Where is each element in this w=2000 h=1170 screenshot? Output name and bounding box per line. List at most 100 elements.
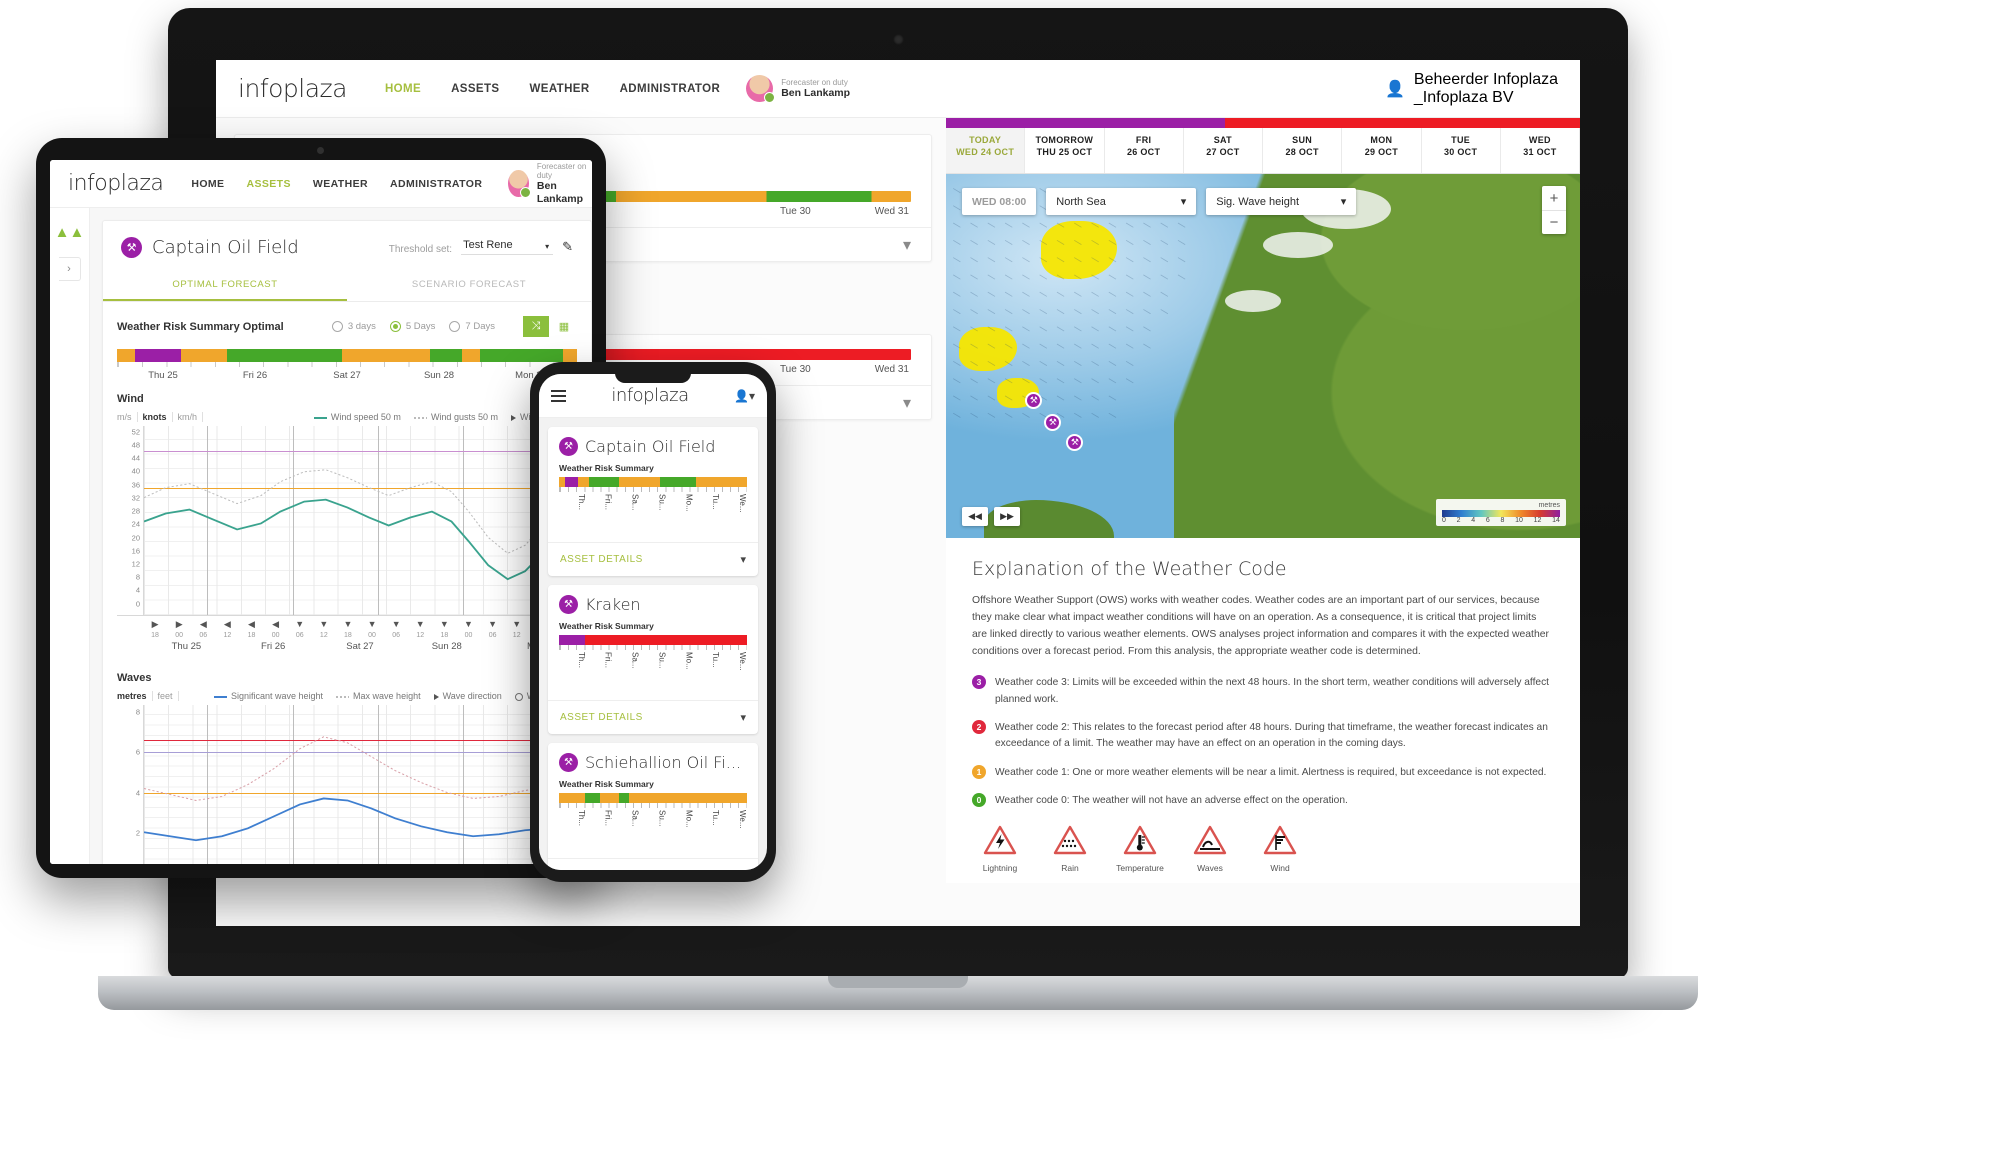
nav-item-assets[interactable]: ASSETS [451,83,499,95]
map-canvas[interactable]: ⚒ ⚒ ⚒ WED 08:00 North Sea ▾ Sig. Wave he… [946,174,1580,538]
region-select[interactable]: North Sea ▾ [1046,188,1197,215]
day-cell-today[interactable]: TODAY WED 24 OCT [946,128,1026,173]
y-tick: 8 [135,707,140,717]
threshold-select[interactable]: Test Rene ▾ [461,239,554,255]
phone-asset-card[interactable]: ⚒ Captain Oil Field Weather Risk Summary [548,427,758,576]
chart-view-icon[interactable]: ⤨ [523,316,549,337]
tab-optimal-forecast[interactable]: OPTIMAL FORECAST [103,268,347,301]
unit-metres[interactable]: metres [117,691,153,701]
assets-icon[interactable]: ▲▲ [50,224,89,241]
risk-day-label: Thu 25 [148,370,178,381]
nav-item-administrator[interactable]: ADMINISTRATOR [390,178,482,190]
asset-title: Captain Oil Field [152,237,299,258]
risk-day-label: Tu... [711,652,721,668]
nav-item-weather[interactable]: WEATHER [313,178,368,190]
asset-detail-card: ⚒ Captain Oil Field Threshold set: Test … [102,220,592,864]
risk-segment [600,793,620,803]
day-cell-tomorrow[interactable]: TOMORROW THU 25 OCT [1025,128,1105,173]
unit-feet[interactable]: feet [153,691,179,701]
day-cell-tue[interactable]: TUE 30 OCT [1422,128,1501,173]
legend-tick: 4 [1471,517,1476,524]
risk-day-label: Wed 31 [874,206,909,217]
hour-label: 00 [175,632,184,639]
logo[interactable]: infoplaza [238,74,347,103]
zoom-out-button[interactable]: − [1542,210,1566,234]
unit-kmh[interactable]: km/h [173,412,204,422]
map-asset-marker[interactable]: ⚒ [1066,434,1084,452]
legend-unit: metres [1538,502,1560,509]
day-cell-sun[interactable]: SUN 28 OCT [1263,128,1343,173]
range-option-3days[interactable]: 3 days [331,321,376,332]
range-option-7days[interactable]: 7 Days [449,321,495,332]
direction-arrow-icon: ▼ [488,619,498,629]
zoom-in-button[interactable]: + [1542,186,1566,210]
code-segment-2 [1224,118,1580,128]
parameter-select[interactable]: Sig. Wave height ▾ [1206,188,1357,215]
nav-item-home[interactable]: HOME [385,83,421,95]
prev-frame-button[interactable]: ◀◀ [962,507,988,526]
phone-asset-list: ⚒ Captain Oil Field Weather Risk Summary [539,418,767,870]
table-view-icon[interactable]: ▦ [551,316,577,337]
day-cell-bottom: WED 24 OCT [956,147,1015,158]
waves-y-axis: 8 6 4 2 0 [117,705,143,864]
day-cell-fri[interactable]: FRI 26 OCT [1105,128,1184,173]
forecaster-on-duty: Forecaster on duty Ben Lankamp [746,75,850,103]
nav-item-home[interactable]: HOME [191,178,224,190]
risk-segment [696,477,747,487]
y-tick: 44 [131,453,140,463]
account-menu[interactable]: 👤 Beheerder Infoplaza _Infoplaza BV [1385,71,1558,107]
logo[interactable]: infoplaza [68,171,164,196]
tablet-camera-icon [317,147,324,154]
weather-map-panel: TODAY WED 24 OCT TOMORROW THU 25 OCT FRI… [946,118,1580,538]
asset-details-expander[interactable]: ASSET DETAILS ▾ [548,858,758,870]
asset-marker-icon: ⚒ [559,437,578,456]
risk-bar [559,635,747,645]
risk-day-label: Sun 28 [423,370,455,381]
day-cell-sat[interactable]: SAT 27 OCT [1184,128,1263,173]
tablet-device: infoplaza HOME ASSETS WEATHER ADMINISTRA… [36,138,606,878]
nav-item-weather[interactable]: WEATHER [530,83,590,95]
forecaster-on-duty: Forecaster on duty Ben Lankamp [508,162,589,206]
warning-temperature: Temperature [1116,825,1164,873]
waves-grid [143,705,577,864]
y-tick: 28 [131,506,140,516]
next-frame-button[interactable]: ▶▶ [994,507,1020,526]
day-cell-wed[interactable]: WED 31 OCT [1501,128,1580,173]
wind-grid [143,426,577,615]
nav-item-assets[interactable]: ASSETS [246,178,290,190]
risk-segment [559,635,586,645]
wind-series-svg [144,469,577,581]
asset-detail-panel: ⚒ Captain Oil Field Threshold set: Test … [90,208,592,864]
phone-asset-card[interactable]: ⚒ Schiehallion Oil Fi... Weather Risk Su… [548,743,758,870]
day-cell-top: WED [1528,135,1551,145]
logo[interactable]: infoplaza [611,385,689,406]
pencil-icon[interactable]: ✎ [562,239,573,255]
asset-details-expander[interactable]: ASSET DETAILS ▾ [548,542,758,576]
tablet-content: ▲▲ › ⚒ Captain Oil Field Threshold set: … [50,208,592,864]
nav-item-administrator[interactable]: ADMINISTRATOR [620,83,721,95]
y-tick: 32 [131,493,140,503]
unit-knots[interactable]: knots [138,412,173,422]
risk-bar[interactable] [117,349,577,362]
tab-scenario-forecast[interactable]: SCENARIO FORECAST [347,268,591,301]
risk-day-labels: Th... Fri... Sa... Su... Mo... Tu... We.… [559,650,747,692]
legend-sig-wave-height: Significant wave height [213,691,323,701]
unit-ms[interactable]: m/s [117,412,138,422]
day-cell-top: TUE [1451,135,1471,145]
account-name: Beheerder Infoplaza [1413,70,1558,88]
day-cell-mon[interactable]: MON 29 OCT [1342,128,1422,173]
legend-label: Wave direction [442,691,502,701]
hour-label: 06 [199,632,208,639]
risk-segment [117,349,136,362]
hamburger-icon[interactable] [551,387,566,405]
chevron-down-icon: ▾ [1180,196,1187,208]
risk-segment [619,793,629,803]
phone-asset-card[interactable]: ⚒ Kraken Weather Risk Summary Th... Fri.… [548,585,758,734]
sidebar-expand-button[interactable]: › [58,257,81,281]
y-tick: 4 [135,585,140,595]
asset-details-expander[interactable]: ASSET DETAILS ▾ [548,700,758,734]
risk-bar-ticks [117,362,577,367]
range-option-5days[interactable]: 5 Days [389,321,435,332]
person-dropdown-icon[interactable]: 👤▾ [734,389,755,403]
legend-max-wave-height: Max wave height [336,691,421,701]
